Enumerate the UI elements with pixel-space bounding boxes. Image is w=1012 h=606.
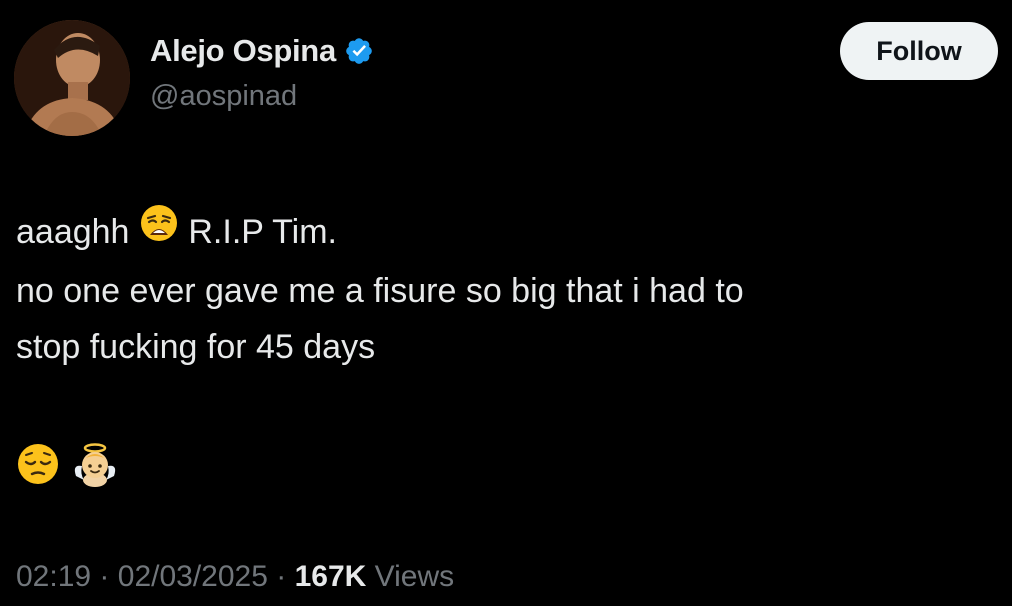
tweet-meta: 02:19 · 02/03/2025 · 167K Views	[16, 560, 454, 594]
avatar-photo	[14, 20, 130, 136]
trailing-emojis	[16, 442, 118, 493]
follow-button[interactable]: Follow	[840, 22, 998, 80]
baby-angel-emoji-icon	[72, 442, 118, 493]
weary-face-emoji-icon	[139, 203, 179, 260]
views-label: Views	[374, 560, 455, 593]
meta-separator-2: ·	[276, 560, 287, 593]
tweet-line-1-suffix: R.I.P Tim.	[188, 213, 337, 251]
pensive-face-emoji-icon	[16, 442, 60, 493]
verified-badge-icon	[344, 36, 374, 66]
tweet-text: aaaghh R.I.P Tim. no one ever gave me a …	[16, 204, 996, 375]
avatar[interactable]	[14, 20, 130, 136]
tweet-line-1: aaaghh R.I.P Tim.	[16, 204, 996, 263]
meta-separator-1: ·	[99, 560, 110, 593]
user-info: Alejo Ospina @aospinad	[150, 28, 374, 113]
tweet-date[interactable]: 02/03/2025	[118, 560, 268, 593]
user-handle[interactable]: @aospinad	[150, 80, 374, 113]
tweet-line-1-prefix: aaaghh	[16, 213, 130, 251]
views-count[interactable]: 167K	[295, 560, 367, 593]
name-row: Alejo Ospina	[150, 28, 374, 74]
tweet-line-3: stop fucking for 45 days	[16, 327, 376, 366]
display-name[interactable]: Alejo Ospina	[150, 33, 336, 69]
tweet-line-2: no one ever gave me a fisure so big that…	[16, 271, 744, 310]
tweet-time[interactable]: 02:19	[16, 560, 91, 593]
tweet-card: Alejo Ospina @aospinad Follow aaaghh R.I…	[0, 0, 1012, 606]
